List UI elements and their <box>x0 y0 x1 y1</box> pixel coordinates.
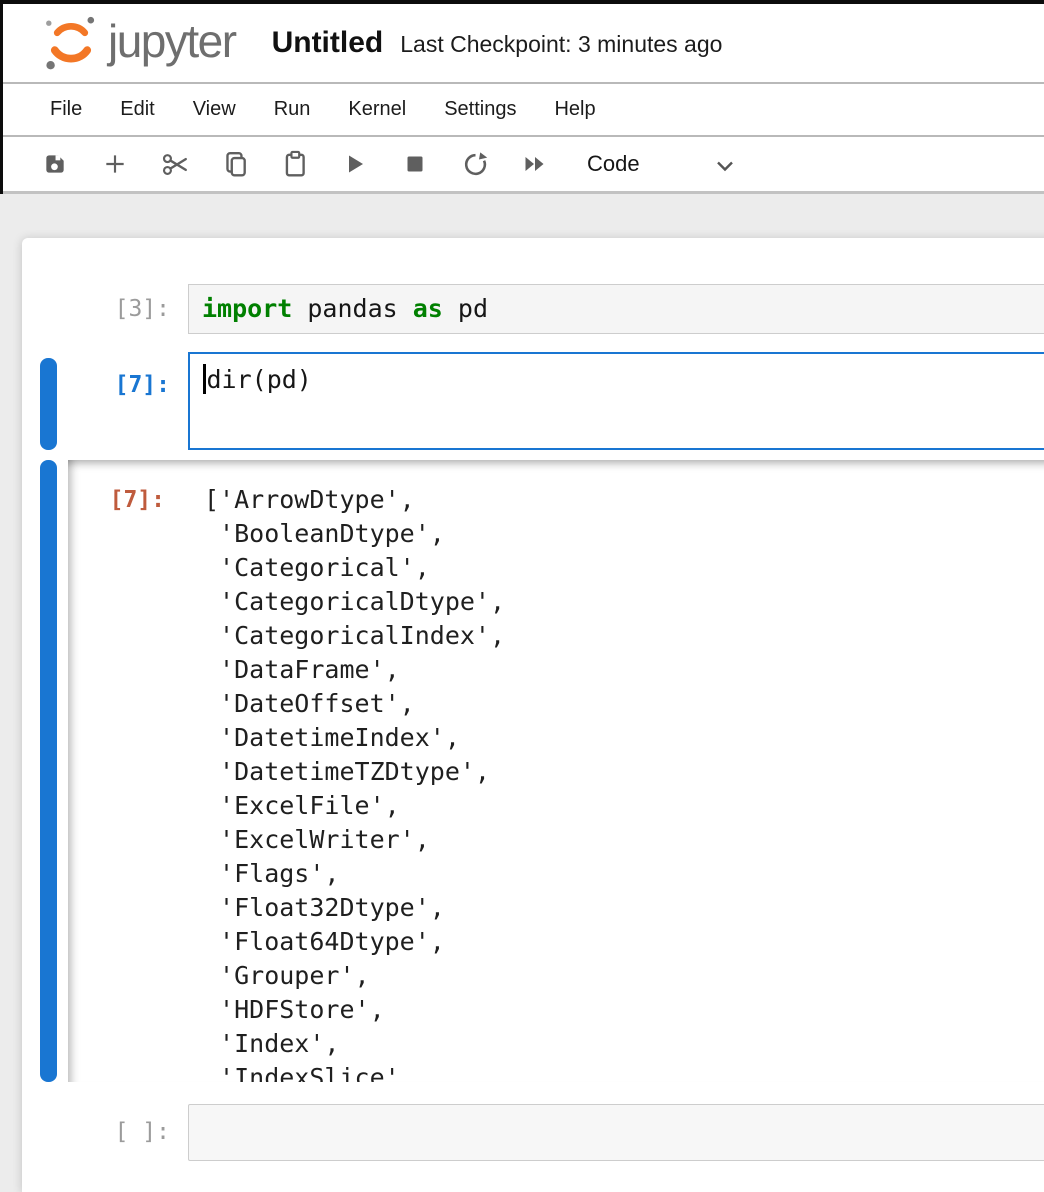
output-prompt: [7]: <box>68 460 187 540</box>
output-text: ['ArrowDtype', 'BooleanDtype', 'Categori… <box>204 483 505 1082</box>
jupyter-wordmark: jupyter <box>108 14 236 68</box>
code-line: dir(pd) <box>207 365 312 394</box>
cell-type-dropdown[interactable]: Code <box>587 151 735 177</box>
jupyter-window-chrome: jupyter Untitled Last Checkpoint: 3 minu… <box>0 0 1044 194</box>
output-collapser[interactable] <box>40 460 57 1082</box>
menu-settings[interactable]: Settings <box>444 98 516 121</box>
plus-icon <box>102 151 128 177</box>
menu-view[interactable]: View <box>193 98 236 121</box>
menu-run[interactable]: Run <box>274 98 311 121</box>
notebook-header: jupyter Untitled Last Checkpoint: 3 minu… <box>3 4 1044 84</box>
insert-cell-button[interactable] <box>101 149 129 179</box>
code-line: import pandas as pd <box>202 294 488 323</box>
cut-cell-button[interactable] <box>161 149 189 179</box>
notebook-panel: [3]: import pandas as pd [7]: dir(pd) [7… <box>22 238 1044 1192</box>
empty-code-cell[interactable] <box>188 1104 1044 1161</box>
menu-kernel[interactable]: Kernel <box>348 98 406 121</box>
save-icon <box>42 151 68 177</box>
fast-forward-icon <box>521 151 549 177</box>
scissors-icon <box>161 150 189 178</box>
input-prompt-empty-cell: [ ]: <box>22 1104 188 1161</box>
menu-bar: File Edit View Run Kernel Settings Help <box>3 84 1044 137</box>
code-cell-import-pandas[interactable]: import pandas as pd <box>188 284 1044 334</box>
menu-help[interactable]: Help <box>554 98 595 121</box>
stop-icon <box>403 152 427 176</box>
text-cursor <box>203 364 206 394</box>
menu-edit[interactable]: Edit <box>120 98 154 121</box>
code-cell-dir-pd[interactable]: dir(pd) <box>188 352 1044 450</box>
restart-icon <box>462 151 489 178</box>
copy-icon <box>222 150 248 178</box>
save-button[interactable] <box>41 149 69 179</box>
paste-cell-button[interactable] <box>281 149 309 179</box>
restart-kernel-button[interactable] <box>461 149 489 179</box>
restart-run-all-button[interactable] <box>521 149 549 179</box>
chevron-down-icon <box>715 159 735 174</box>
output-area: [7]: ['ArrowDtype', 'BooleanDtype', 'Cat… <box>68 460 1044 1082</box>
cell-type-value: Code <box>587 151 640 177</box>
run-cell-button[interactable] <box>341 149 369 179</box>
toolbar: Code <box>3 137 1044 194</box>
menu-file[interactable]: File <box>50 98 82 121</box>
jupyter-logo-icon <box>40 13 102 73</box>
checkpoint-status: Last Checkpoint: 3 minutes ago <box>400 31 722 58</box>
run-icon <box>343 151 367 177</box>
input-prompt-cell-2: [7]: <box>22 352 188 418</box>
copy-cell-button[interactable] <box>221 149 249 179</box>
paste-icon <box>282 150 308 178</box>
interrupt-kernel-button[interactable] <box>401 149 429 179</box>
notebook-title[interactable]: Untitled <box>272 26 384 60</box>
input-prompt-cell-1: [3]: <box>22 284 188 334</box>
